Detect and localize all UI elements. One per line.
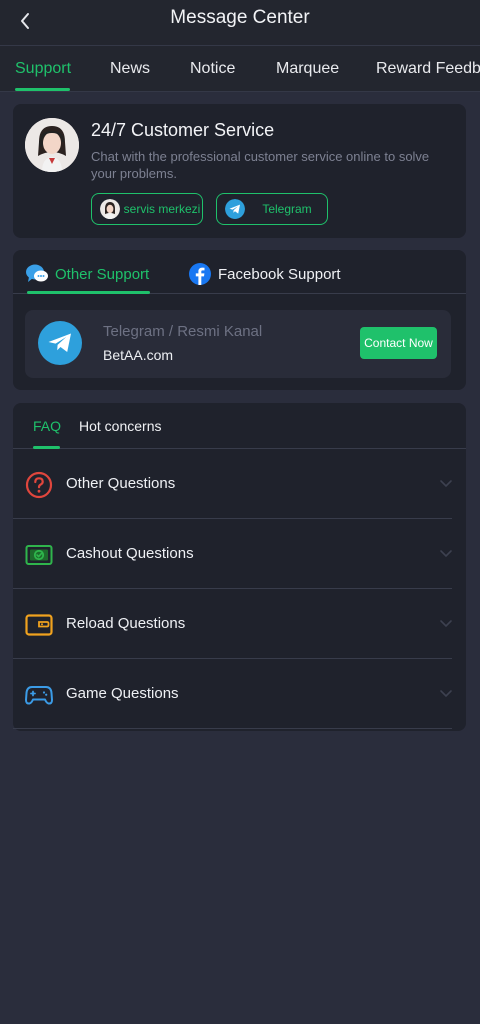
telegram-label: Telegram: [262, 202, 312, 216]
customer-service-description: Chat with the professional customer serv…: [91, 149, 430, 181]
contact-now-button[interactable]: Contact Now: [360, 327, 437, 359]
question-label: Reload Questions: [66, 615, 186, 632]
question-label: Game Questions: [66, 685, 179, 702]
agent-avatar: [25, 118, 79, 172]
telegram-channel-site: BetAA.com: [103, 347, 174, 363]
tab-faq[interactable]: FAQ: [33, 418, 61, 434]
tab-support[interactable]: Support: [15, 60, 71, 78]
cashout-icon: [25, 541, 53, 569]
tab-facebook-support[interactable]: Facebook Support: [189, 263, 341, 285]
telegram-icon: [225, 199, 245, 219]
question-row-reload[interactable]: Reload Questions: [13, 589, 466, 659]
paper-plane-icon: [48, 333, 71, 352]
support-card: Other Support Facebook Support Telegram …: [13, 250, 466, 390]
top-bar: Message Center: [0, 0, 480, 46]
chevron-down-icon: [440, 620, 452, 628]
tab-facebook-support-label: Facebook Support: [218, 265, 341, 283]
customer-service-title: 24/7 Customer Service: [91, 120, 275, 140]
tab-news[interactable]: News: [110, 60, 150, 78]
service-center-button[interactable]: servis merkezi: [91, 193, 203, 225]
tab-notice[interactable]: Notice: [190, 60, 235, 78]
question-icon: [25, 471, 53, 499]
tab-active-indicator: [15, 88, 70, 91]
service-center-label: servis merkezi: [123, 202, 201, 216]
tab-other-support[interactable]: Other Support: [25, 263, 149, 285]
chevron-down-icon: [440, 480, 452, 488]
main-tabs: Support News Notice Marquee Reward Feedb: [0, 46, 480, 92]
support-tab-indicator: [27, 291, 150, 294]
agent-avatar-icon: [25, 118, 79, 172]
row-divider: [13, 728, 452, 729]
faq-card: FAQ Hot concerns Other Questions Cashout…: [13, 403, 466, 731]
telegram-channel-name: Telegram / Resmi Kanal: [103, 323, 263, 340]
question-row-other[interactable]: Other Questions: [13, 449, 466, 519]
facebook-icon: [189, 263, 211, 285]
question-label: Cashout Questions: [66, 545, 194, 562]
page-title: Message Center: [170, 7, 310, 28]
gamepad-icon: [25, 681, 53, 709]
telegram-channel-icon: [38, 321, 82, 365]
tab-marquee[interactable]: Marquee: [276, 60, 339, 78]
question-row-game[interactable]: Game Questions: [13, 659, 466, 729]
telegram-channel-item: Telegram / Resmi Kanal BetAA.com Contact…: [25, 310, 451, 378]
customer-service-card: 24/7 Customer Service Chat with the prof…: [13, 104, 466, 238]
chevron-down-icon: [440, 690, 452, 698]
telegram-button[interactable]: Telegram: [216, 193, 328, 225]
tab-hot-concerns[interactable]: Hot concerns: [79, 418, 161, 434]
chevron-down-icon: [440, 550, 452, 558]
wallet-icon: [25, 611, 53, 639]
question-label: Other Questions: [66, 475, 176, 492]
faq-tabs: FAQ Hot concerns: [13, 403, 466, 449]
tab-reward-feedback[interactable]: Reward Feedb: [376, 60, 480, 78]
tab-other-support-label: Other Support: [55, 265, 150, 283]
question-row-cashout[interactable]: Cashout Questions: [13, 519, 466, 589]
support-tabs: Other Support Facebook Support: [13, 250, 466, 294]
agent-mini-avatar-icon: [100, 199, 120, 219]
chat-bubble-icon: [26, 264, 48, 282]
